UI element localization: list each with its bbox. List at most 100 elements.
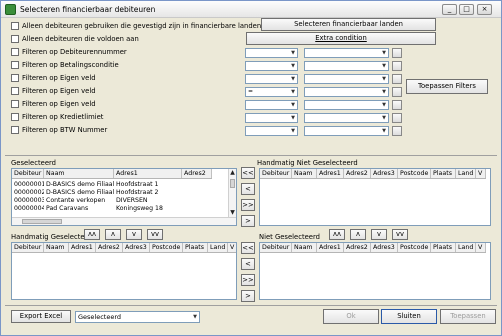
horizontal-scrollbar[interactable] [12, 217, 236, 225]
col-naam[interactable]: Naam [44, 169, 114, 178]
filter-browse-button[interactable] [392, 100, 402, 110]
filter-value-select[interactable]: ▼ [304, 74, 389, 84]
move-top-button-right[interactable]: ʌʌ [329, 229, 345, 240]
manual-not-selected-grid[interactable]: Debiteur Naam Adres1 Adres2 Adres3 Postc… [259, 168, 491, 226]
col-v[interactable]: V [228, 243, 236, 252]
col-v[interactable]: V [476, 243, 486, 252]
col-plaats[interactable]: Plaats [431, 243, 456, 252]
filter-checkbox[interactable] [11, 48, 19, 56]
filter-checkbox[interactable] [11, 61, 19, 69]
filter-operator-select[interactable]: ▼ [245, 61, 298, 71]
not-selected-grid[interactable]: Debiteur Naam Adres1 Adres2 Adres3 Postc… [259, 242, 491, 300]
table-row[interactable]: 00000002 D-BASICS demo Filiaal 2 (IC) Ho… [12, 189, 182, 197]
col-postcode[interactable]: Postcode [398, 243, 431, 252]
col-plaats[interactable]: Plaats [431, 169, 456, 178]
col-adres2[interactable]: Adres2 [344, 169, 371, 178]
filter-checkbox[interactable] [11, 113, 19, 121]
filter-value-select[interactable]: ▼ [304, 100, 389, 110]
col-debiteur[interactable]: Debiteur [260, 169, 292, 178]
move-left-button[interactable]: < [241, 183, 255, 195]
col-postcode[interactable]: Postcode [398, 169, 431, 178]
move-right-button[interactable]: > [241, 215, 255, 227]
export-option-select[interactable]: Geselecteerd ▼ [75, 311, 200, 323]
filter-operator-select[interactable]: ▼ [245, 100, 298, 110]
voldoen-aan-checkbox[interactable] [11, 35, 19, 43]
vertical-scrollbar[interactable]: ▲ ▼ [228, 169, 236, 217]
filter-browse-button[interactable] [392, 48, 402, 58]
filter-browse-button[interactable] [392, 126, 402, 136]
manual-selected-grid[interactable]: Debiteur Naam Adres1 Adres2 Adres3 Postc… [11, 242, 237, 300]
filter-browse-button[interactable] [392, 113, 402, 123]
scroll-thumb[interactable] [230, 179, 235, 188]
scroll-thumb[interactable] [22, 219, 62, 224]
col-adres1[interactable]: Adres1 [317, 243, 344, 252]
filter-value-select[interactable]: ▼ [304, 113, 389, 123]
table-row[interactable]: 00000003 Contante verkopen DIVERSEN [12, 197, 182, 205]
select-countries-button[interactable]: Selecteren financierbaar landen [261, 18, 436, 31]
scroll-up-icon[interactable]: ▲ [229, 169, 236, 177]
move-all-right-button[interactable]: >> [241, 199, 255, 211]
apply-button[interactable]: Toepassen [440, 309, 496, 324]
col-adres2[interactable]: Adres2 [344, 243, 371, 252]
scroll-down-icon[interactable]: ▼ [229, 209, 236, 217]
col-land[interactable]: Land [208, 243, 228, 252]
ok-button[interactable]: Ok [323, 309, 379, 324]
financierbare-landen-checkbox[interactable] [11, 22, 19, 30]
minimize-button[interactable]: _ [442, 4, 457, 15]
filter-value-select[interactable]: ▼ [304, 61, 389, 71]
col-naam[interactable]: Naam [292, 243, 317, 252]
table-row[interactable]: 00000001 D-BASICS demo Filiaal 1 (IC) Ho… [12, 181, 182, 189]
col-adres1[interactable]: Adres1 [317, 169, 344, 178]
filter-operator-select[interactable]: ▼ [245, 48, 298, 58]
move-all-left-button[interactable]: << [241, 167, 255, 179]
move-down-button-right[interactable]: v [371, 229, 387, 240]
move-all-right-button-2[interactable]: >> [241, 274, 255, 286]
selected-grid[interactable]: Debiteur Naam Adres1 Adres2 00000001 D-B… [11, 168, 237, 226]
filter-value-select[interactable]: ▼ [304, 87, 389, 97]
restore-button[interactable]: □ [459, 4, 474, 15]
col-debiteur[interactable]: Debiteur [12, 243, 44, 252]
apply-filters-button[interactable]: Toepassen Filters [406, 79, 488, 94]
col-debiteur[interactable]: Debiteur [260, 243, 292, 252]
filter-value-select[interactable]: ▼ [304, 126, 389, 136]
filter-checkbox[interactable] [11, 126, 19, 134]
extra-condition-button[interactable]: Extra condition [246, 32, 436, 45]
col-land[interactable]: Land [456, 243, 476, 252]
col-plaats[interactable]: Plaats [183, 243, 208, 252]
col-adres3[interactable]: Adres3 [371, 243, 398, 252]
move-up-button-right[interactable]: ʌ [350, 229, 366, 240]
col-v[interactable]: V [476, 169, 486, 178]
move-top-button[interactable]: ʌʌ [84, 229, 100, 240]
move-left-button-2[interactable]: < [241, 258, 255, 270]
filter-checkbox[interactable] [11, 100, 19, 108]
col-naam[interactable]: Naam [44, 243, 69, 252]
col-adres1[interactable]: Adres1 [114, 169, 182, 178]
filter-browse-button[interactable] [392, 87, 402, 97]
close-button[interactable]: × [477, 4, 492, 15]
col-debiteur[interactable]: Debiteur [12, 169, 44, 178]
col-postcode[interactable]: Postcode [150, 243, 183, 252]
filter-value-select[interactable]: ▼ [304, 48, 389, 58]
col-adres2[interactable]: Adres2 [96, 243, 123, 252]
move-up-button[interactable]: ʌ [105, 229, 121, 240]
filter-operator-select[interactable]: ▼ [245, 113, 298, 123]
filter-checkbox[interactable] [11, 87, 19, 95]
filter-browse-button[interactable] [392, 61, 402, 71]
move-all-left-button-2[interactable]: << [241, 242, 255, 254]
filter-operator-select[interactable]: ▼ [245, 126, 298, 136]
col-land[interactable]: Land [456, 169, 476, 178]
move-down-button[interactable]: v [126, 229, 142, 240]
move-right-button-2[interactable]: > [241, 290, 255, 302]
close-dialog-button[interactable]: Sluiten [381, 309, 437, 324]
col-adres3[interactable]: Adres3 [123, 243, 150, 252]
col-adres2[interactable]: Adres2 [182, 169, 212, 178]
col-naam[interactable]: Naam [292, 169, 317, 178]
filter-operator-select[interactable]: = ▼ [245, 87, 298, 97]
filter-operator-select[interactable]: ▼ [245, 74, 298, 84]
table-row[interactable]: 00000004 Pad Caravans Koningsweg 18 [12, 205, 182, 213]
filter-checkbox[interactable] [11, 74, 19, 82]
move-bottom-button-right[interactable]: vv [392, 229, 408, 240]
export-excel-button[interactable]: Export Excel [11, 310, 71, 323]
col-adres3[interactable]: Adres3 [371, 169, 398, 178]
filter-browse-button[interactable] [392, 74, 402, 84]
